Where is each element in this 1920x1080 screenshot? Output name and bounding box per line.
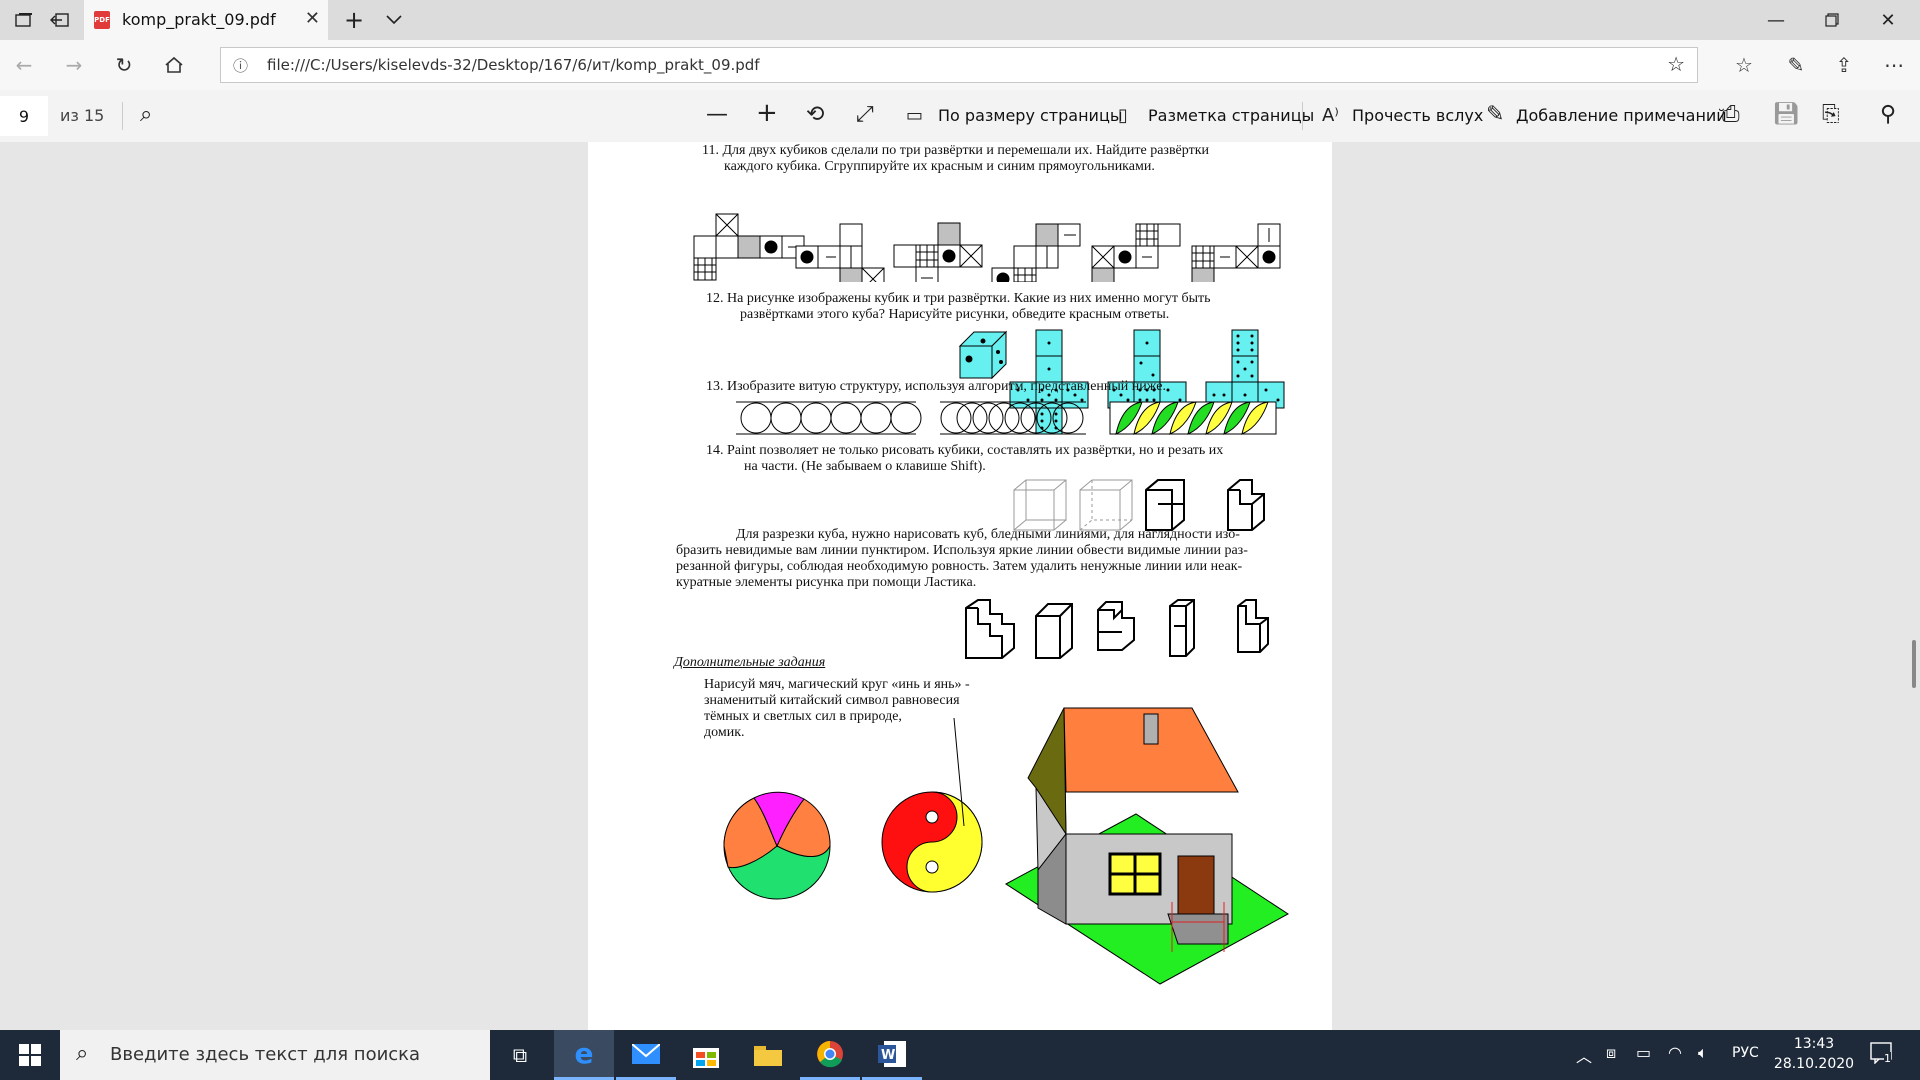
fit-page-button[interactable]: По размеру страницы [938, 106, 1122, 125]
fullscreen-icon[interactable]: ⤢ [856, 102, 874, 127]
add-notes-button[interactable]: Добавление примечаний [1516, 106, 1727, 125]
file-explorer-icon[interactable] [738, 1030, 798, 1080]
read-aloud-button[interactable]: Прочесть вслух [1352, 106, 1483, 125]
task14-text-2: на части. (Не забываем о клавише Shift). [744, 459, 986, 474]
search-icon[interactable]: ⌕ [140, 102, 152, 127]
start-button[interactable] [0, 1030, 60, 1080]
task12-text-2: развёртками этого куба? Нарисуйте рисунк… [740, 307, 1170, 322]
task13-text: 13. Изобразите витую структуру, использу… [706, 379, 1166, 394]
notes-pen-icon[interactable]: ✎ [1778, 49, 1814, 81]
task-view-icon[interactable]: ⧉ [490, 1030, 550, 1080]
network-alert-icon[interactable]: ⧈ [1606, 1043, 1616, 1063]
svg-text:W: W [881, 1048, 895, 1063]
volume-icon[interactable]: 🔈︎ [1698, 1043, 1708, 1063]
close-window-button[interactable]: ✕ [1860, 0, 1916, 40]
show-hidden-icons-icon[interactable]: ︿ [1576, 1043, 1592, 1067]
print-icon[interactable]: ⎙ [1722, 102, 1740, 127]
address-bar: ← → ↻ ⓘ file:///C:/Users/kiselevds-32/De… [0, 40, 1920, 90]
chevron-down-icon[interactable] [370, 0, 418, 40]
document-viewport[interactable]: 11. Для двух кубиков сделали по три разв… [0, 142, 1920, 1030]
browser-tab[interactable]: PDF komp_prakt_09.pdf ✕ [84, 0, 328, 40]
mail-icon[interactable] [616, 1030, 676, 1080]
search-placeholder: Введите здесь текст для поиска [110, 1044, 421, 1065]
save-as-icon[interactable]: ⎘ [1822, 102, 1840, 127]
more-menu-icon[interactable]: ⋯ [1876, 49, 1912, 81]
taskbar: ⌕ Введите здесь текст для поиска ⧉ e W ︿… [0, 1030, 1920, 1080]
favorite-star-icon[interactable]: ☆ [1667, 52, 1685, 76]
taskbar-search[interactable]: ⌕ Введите здесь текст для поиска [60, 1030, 490, 1080]
pdf-file-icon: PDF [94, 11, 110, 29]
task11-text-2: каждого кубика. Сгруппируйте их красным … [724, 159, 1155, 174]
page-number-input[interactable]: 9 [0, 96, 48, 136]
divider [1302, 102, 1303, 130]
restore-button[interactable] [1804, 0, 1860, 40]
pdf-page: 11. Для двух кубиков сделали по три разв… [588, 142, 1332, 1030]
edge-browser-icon[interactable]: e [554, 1030, 614, 1080]
close-tab-icon[interactable]: ✕ [305, 8, 320, 29]
pdf-toolbar: 9 из 15 ⌕ — + ⟲ ⤢ ▭ По размеру страницы … [0, 90, 1920, 143]
minimize-button[interactable]: — [1748, 0, 1804, 40]
pin-toolbar-icon[interactable]: ⚲ [1880, 102, 1896, 127]
clock[interactable]: 13:43 28.10.2020 [1768, 1034, 1860, 1074]
back-button[interactable]: ← [6, 49, 42, 81]
page-total: из 15 [60, 106, 105, 125]
page-layout-button[interactable]: Разметка страницы [1148, 106, 1314, 125]
rotate-icon[interactable]: ⟲ [806, 102, 824, 127]
notification-center-icon[interactable]: 1 [1870, 1042, 1896, 1066]
divider [122, 102, 123, 130]
tab-title: komp_prakt_09.pdf [122, 10, 276, 29]
forward-button[interactable]: → [56, 49, 92, 81]
task11-cube-nets [693, 213, 1281, 282]
zoom-out-icon[interactable]: — [706, 102, 728, 127]
favorites-icon[interactable]: ☆ [1726, 49, 1762, 81]
fit-page-icon[interactable]: ▭ [906, 105, 923, 126]
scrollbar-thumb[interactable] [1912, 640, 1916, 688]
search-icon: ⌕ [76, 1041, 89, 1066]
task14-text: 14. Paint позволяет не только рисовать к… [706, 443, 1224, 458]
url-field[interactable]: ⓘ file:///C:/Users/kiselevds-32/Desktop/… [220, 47, 1698, 83]
clock-time: 13:43 [1793, 1036, 1835, 1052]
url-text: file:///C:/Users/kiselevds-32/Desktop/16… [267, 56, 760, 74]
task11-text: 11. Для двух кубиков сделали по три разв… [702, 143, 1210, 158]
title-bar: PDF komp_prakt_09.pdf ✕ + — ✕ [0, 0, 1920, 40]
extra-drawings [723, 707, 1289, 985]
info-icon[interactable]: ⓘ [233, 55, 248, 76]
task12-text: 12. На рисунке изображены кубик и три ра… [706, 291, 1211, 306]
cut-paragraph-1: Для разрезки куба, нужно нарисовать куб,… [736, 527, 1240, 542]
chrome-icon[interactable] [800, 1030, 860, 1080]
notification-count: 1 [1884, 1052, 1891, 1065]
read-aloud-icon[interactable]: A⁾ [1322, 105, 1339, 126]
task13-twisted-structure [736, 401, 1277, 435]
add-notes-icon[interactable]: ✎ [1486, 102, 1504, 127]
cut-paragraph-2: бразить невидимые вам линии пунктиром. И… [676, 543, 1248, 558]
home-button[interactable] [156, 49, 192, 81]
cut-paragraph-4: куратные элементы рисунка при помощи Лас… [676, 575, 977, 590]
word-icon[interactable]: W [862, 1030, 922, 1080]
set-aside-tabs-icon[interactable] [36, 0, 84, 40]
refresh-button[interactable]: ↻ [106, 49, 142, 81]
store-icon[interactable] [676, 1030, 736, 1080]
page-layout-icon[interactable]: ▯ [1118, 105, 1128, 126]
clock-date: 28.10.2020 [1773, 1056, 1855, 1072]
zoom-in-icon[interactable]: + [756, 98, 778, 128]
battery-icon[interactable]: ▭ [1636, 1043, 1651, 1062]
cut-paragraph-3: резанной фигуры, соблюдая необходимую ро… [676, 559, 1243, 574]
save-icon[interactable]: 💾︎ [1772, 102, 1800, 127]
share-icon[interactable]: ⇪ [1826, 49, 1862, 81]
language-indicator[interactable]: РУС [1732, 1045, 1759, 1061]
wifi-icon[interactable]: ◠ [1668, 1043, 1682, 1062]
